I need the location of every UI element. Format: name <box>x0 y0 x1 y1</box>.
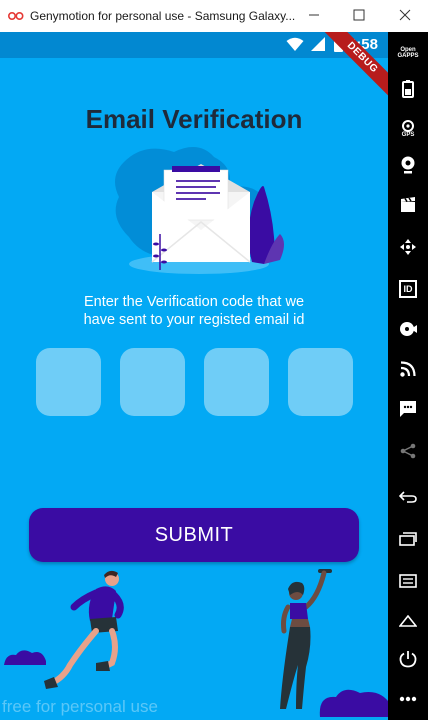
media-button[interactable] <box>392 190 424 220</box>
signal-icon <box>311 37 325 51</box>
menu-icon <box>399 574 417 588</box>
page-title: Email Verification <box>85 104 303 134</box>
code-digit-3[interactable] <box>204 348 269 416</box>
battery-tool-button[interactable] <box>392 74 424 104</box>
gps-label: GPS <box>401 132 415 138</box>
code-digit-1[interactable] <box>36 348 101 416</box>
dpad-button[interactable] <box>392 232 424 262</box>
media-icon <box>401 197 415 212</box>
back-button[interactable] <box>392 482 424 512</box>
sms-button[interactable] <box>392 394 424 424</box>
device-screen: 4:58 DEBUG Email Verification Enter the … <box>0 32 388 720</box>
submit-button[interactable]: SUBMIT <box>29 508 359 562</box>
dpad-icon <box>400 239 416 255</box>
weightlifter-figure <box>280 569 332 709</box>
close-button[interactable] <box>393 4 417 26</box>
maximize-icon <box>353 9 365 21</box>
home-button[interactable] <box>392 606 424 636</box>
open-gapps-line-2: GAPPS <box>397 53 419 59</box>
window-titlebar: Genymotion for personal use - Samsung Ga… <box>0 0 428 32</box>
instruction-line-2: have sent to your registed email id <box>83 312 305 328</box>
left-bush-shape <box>4 650 46 665</box>
power-icon <box>399 651 417 668</box>
minimize-button[interactable] <box>302 4 326 26</box>
share-button[interactable] <box>392 436 424 466</box>
menu-button[interactable] <box>392 566 424 596</box>
gps-icon <box>402 120 414 132</box>
id-label: ID <box>403 283 413 294</box>
minimize-icon <box>309 14 319 16</box>
power-button[interactable] <box>392 644 424 674</box>
back-icon <box>399 491 417 503</box>
home-icon <box>399 615 417 627</box>
watermark-text: free for personal use <box>2 697 158 716</box>
email-envelope-illustration <box>115 147 284 274</box>
device-id-button[interactable]: ID <box>392 274 424 304</box>
id-icon: ID <box>399 280 417 298</box>
sms-icon <box>400 401 416 417</box>
recent-apps-button[interactable] <box>392 524 424 554</box>
code-digit-4[interactable] <box>288 348 353 416</box>
emulator-toolbar: Open GAPPS GPS ID <box>388 32 428 720</box>
runner-figure <box>44 570 124 689</box>
webcam-button[interactable] <box>392 150 424 180</box>
code-digit-2[interactable] <box>120 348 185 416</box>
webcam-icon <box>401 156 415 174</box>
status-bar: 4:58 DEBUG <box>0 32 388 100</box>
network-icon <box>400 361 416 377</box>
share-icon <box>400 443 416 459</box>
otp-code-row <box>36 348 354 416</box>
recent-apps-icon <box>399 532 417 546</box>
gps-button[interactable]: GPS <box>392 114 424 144</box>
instruction-line-1: Enter the Verification code that we <box>83 294 305 310</box>
network-button[interactable] <box>392 354 424 384</box>
disk-io-icon <box>400 322 417 336</box>
wifi-icon <box>286 37 304 51</box>
battery-tool-icon <box>402 80 414 98</box>
disk-io-button[interactable] <box>392 314 424 344</box>
genymotion-logo-icon <box>8 11 24 21</box>
verification-instructions: Enter the Verification code that we have… <box>40 293 348 329</box>
close-icon <box>399 9 411 21</box>
maximize-button[interactable] <box>347 4 371 26</box>
more-button[interactable] <box>392 684 424 714</box>
open-gapps-button[interactable]: Open GAPPS <box>392 38 424 68</box>
right-bush-shape <box>319 689 388 717</box>
more-icon <box>399 696 417 702</box>
window-title: Genymotion for personal use - Samsung Ga… <box>30 9 296 23</box>
